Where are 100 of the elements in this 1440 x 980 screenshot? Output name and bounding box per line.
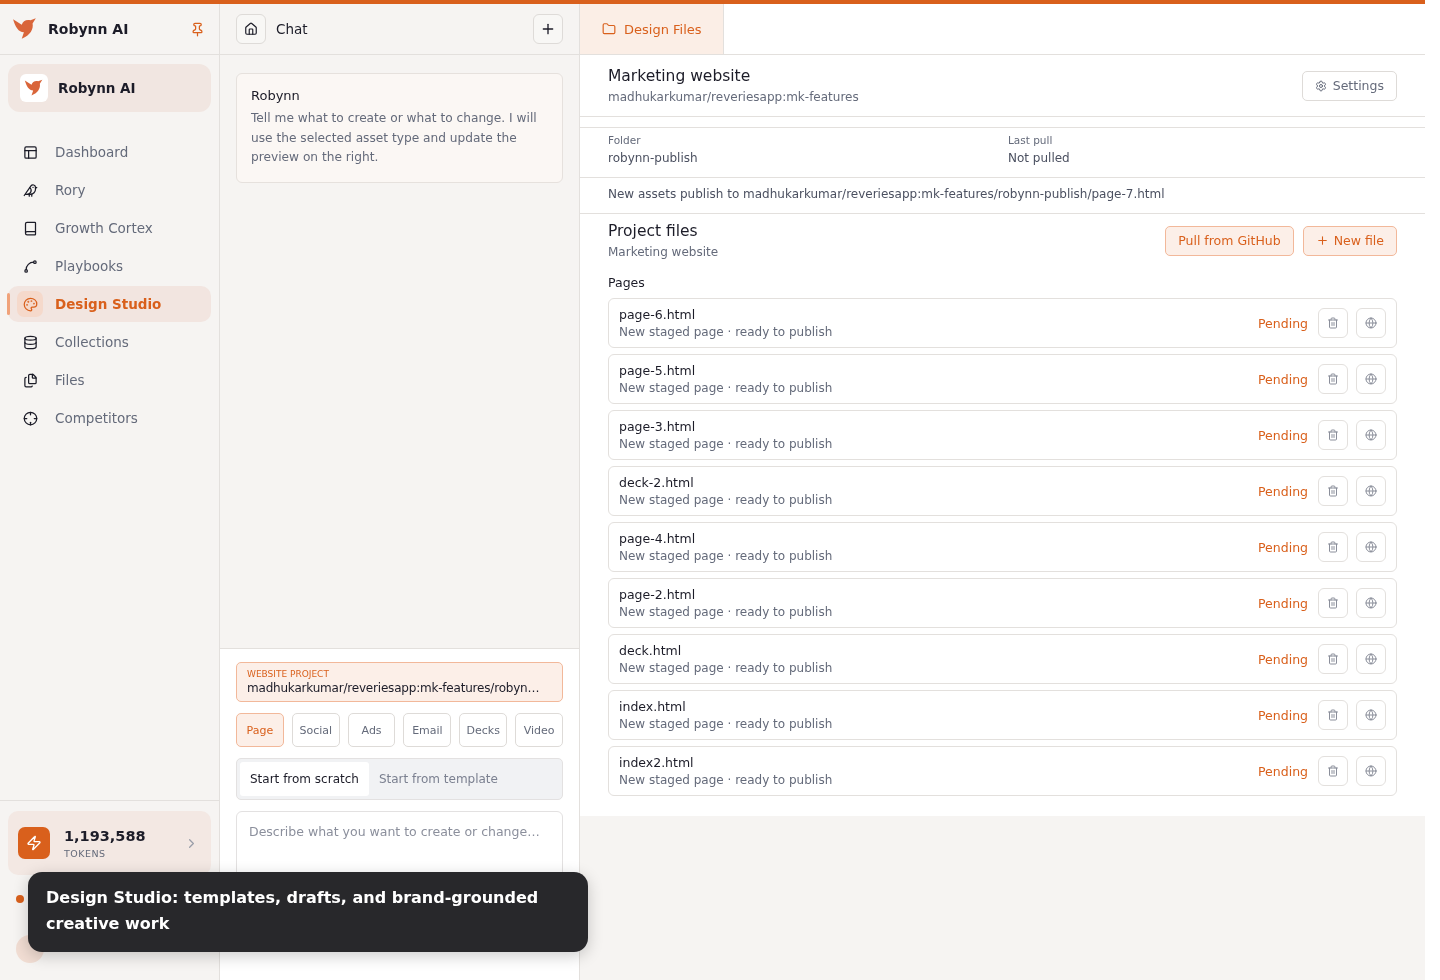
globe-icon xyxy=(1365,317,1377,329)
publish-button[interactable] xyxy=(1356,308,1386,338)
globe-icon xyxy=(1365,653,1377,665)
publish-button[interactable] xyxy=(1356,700,1386,730)
file-status: Pending xyxy=(1258,483,1308,499)
workspace-name: Robynn AI xyxy=(58,80,136,96)
asset-type-button[interactable]: Email xyxy=(403,713,452,747)
tooltip: Design Studio: templates, drafts, and brand-grounded creative work xyxy=(28,872,588,952)
pages-label: Pages xyxy=(607,274,646,292)
palette-icon xyxy=(22,296,38,312)
trash-icon xyxy=(1327,429,1339,441)
nav-item[interactable]: Rory xyxy=(8,172,211,208)
delete-button[interactable] xyxy=(1318,308,1348,338)
mode-tab[interactable]: Start from scratch xyxy=(240,762,369,796)
trash-icon xyxy=(1327,485,1339,497)
plus-icon xyxy=(540,21,556,37)
nav-item[interactable]: Design Studio xyxy=(8,286,211,322)
settings-button[interactable]: Settings xyxy=(1301,70,1397,101)
trash-icon xyxy=(1327,653,1339,665)
database-icon xyxy=(22,334,38,350)
file-description: New staged page · ready to publish xyxy=(619,605,833,619)
plus-icon xyxy=(1315,234,1329,247)
delete-button[interactable] xyxy=(1318,588,1348,618)
delete-button[interactable] xyxy=(1318,644,1348,674)
delete-button[interactable] xyxy=(1318,700,1348,730)
delete-button[interactable] xyxy=(1318,532,1348,562)
file-status: Pending xyxy=(1258,539,1308,555)
publish-note: New assets publish to madhukarkumar/reveriesapp:mk-features/robynn-publish/page-7.html xyxy=(580,178,1425,214)
file-row[interactable]: page-6.html New staged page · ready to publish Pending xyxy=(608,298,1397,348)
file-status: Pending xyxy=(1258,595,1308,611)
asset-type-button[interactable]: Page xyxy=(236,713,284,747)
file-row[interactable]: index.html New staged page · ready to publish Pending xyxy=(608,690,1397,740)
file-row[interactable]: index2.html New staged page · ready to publish Pending xyxy=(608,746,1397,796)
delete-button[interactable] xyxy=(1318,364,1348,394)
nav-item[interactable]: Growth Cortex xyxy=(8,210,211,246)
publish-button[interactable] xyxy=(1356,420,1386,450)
file-status: Pending xyxy=(1258,427,1308,443)
nav-item[interactable]: Collections xyxy=(8,324,211,360)
file-row[interactable]: deck.html New staged page · ready to publish Pending xyxy=(608,634,1397,684)
globe-icon xyxy=(1365,541,1377,553)
project-path: madhukarkumar/reveriesapp:mk-features/robyn… xyxy=(247,681,541,695)
publish-button[interactable] xyxy=(1356,756,1386,786)
file-description: New staged page · ready to publish xyxy=(619,381,833,395)
file-status: Pending xyxy=(1258,315,1308,331)
mode-tab[interactable]: Start from template xyxy=(368,762,508,796)
nav-item[interactable]: Files xyxy=(8,362,211,398)
globe-icon xyxy=(1365,429,1377,441)
lightning-icon xyxy=(18,827,50,859)
pull-button[interactable]: Pull from GitHub xyxy=(1165,225,1294,256)
home-button[interactable] xyxy=(236,14,266,44)
globe-icon xyxy=(1365,485,1377,497)
delete-button[interactable] xyxy=(1318,476,1348,506)
trash-icon xyxy=(1327,597,1339,609)
nav-item[interactable]: Dashboard xyxy=(8,134,211,170)
status-dot xyxy=(16,895,24,903)
workspace-switcher[interactable]: Robynn AI xyxy=(8,64,211,112)
globe-icon xyxy=(1365,765,1377,777)
folder-icon xyxy=(602,22,616,36)
file-status: Pending xyxy=(1258,371,1308,387)
bird-logo-icon xyxy=(24,78,44,98)
publish-button[interactable] xyxy=(1356,532,1386,562)
file-row[interactable]: page-5.html New staged page · ready to publish Pending xyxy=(608,354,1397,404)
file-status: Pending xyxy=(1258,651,1308,667)
nav-item[interactable]: Playbooks xyxy=(8,248,211,284)
file-row[interactable]: page-2.html New staged page · ready to publish Pending xyxy=(608,578,1397,628)
target-icon xyxy=(22,410,38,426)
publish-button[interactable] xyxy=(1356,644,1386,674)
settings-icon xyxy=(1314,79,1327,92)
publish-button[interactable] xyxy=(1356,588,1386,618)
new-chat-button[interactable] xyxy=(533,14,563,44)
chat-title: Chat xyxy=(276,21,309,37)
brand-name: Robynn AI xyxy=(48,21,130,37)
project-title: Marketing website xyxy=(608,67,752,85)
publish-button[interactable] xyxy=(1356,476,1386,506)
file-name: page-6.html xyxy=(619,307,697,322)
file-description: New staged page · ready to publish xyxy=(619,493,833,507)
file-row[interactable]: page-4.html New staged page · ready to publish Pending xyxy=(608,522,1397,572)
last-pull-value: Not pulled xyxy=(1008,151,1071,165)
asset-type-button[interactable]: Video xyxy=(515,713,563,747)
design-files-tab[interactable]: Design Files xyxy=(580,4,724,54)
nav-item[interactable]: Competitors xyxy=(8,400,211,436)
asset-type-button[interactable]: Social xyxy=(291,713,340,747)
file-row[interactable]: deck-2.html New staged page · ready to publish Pending xyxy=(608,466,1397,516)
file-name: deck.html xyxy=(619,643,683,658)
trash-icon xyxy=(1327,709,1339,721)
delete-button[interactable] xyxy=(1318,756,1348,786)
new-file-button[interactable]: New file xyxy=(1302,225,1397,256)
asset-type-button[interactable]: Decks xyxy=(459,713,508,747)
last-pull-label: Last pull xyxy=(1008,134,1054,146)
token-label: TOKENS xyxy=(64,847,107,859)
asset-type-button[interactable]: Ads xyxy=(347,713,396,747)
file-description: New staged page · ready to publish xyxy=(619,549,833,563)
book-icon xyxy=(22,220,38,236)
token-card[interactable]: 1,193,588 TOKENS xyxy=(8,811,211,875)
file-row[interactable]: page-3.html New staged page · ready to publish Pending xyxy=(608,410,1397,460)
publish-button[interactable] xyxy=(1356,364,1386,394)
delete-button[interactable] xyxy=(1318,420,1348,450)
pin-icon[interactable] xyxy=(190,21,205,37)
globe-icon xyxy=(1365,373,1377,385)
file-description: New staged page · ready to publish xyxy=(619,325,833,339)
